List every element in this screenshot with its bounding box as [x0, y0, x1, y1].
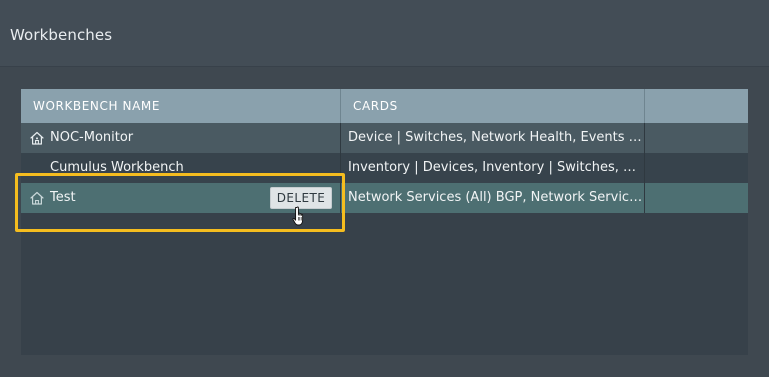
workbench-name[interactable]: Test — [50, 183, 76, 213]
column-divider — [340, 89, 341, 123]
workbenches-page: Workbenches WORKBENCH NAME CARDS NOC-Mon… — [0, 0, 769, 377]
column-header-workbench-name[interactable]: WORKBENCH NAME — [33, 89, 160, 123]
table-row-selected[interactable]: Test DELETE Network Services (All) BGP, … — [21, 183, 748, 213]
cell-divider — [340, 153, 341, 183]
table-header: WORKBENCH NAME CARDS — [21, 89, 748, 123]
home-icon[interactable] — [29, 190, 45, 206]
home-icon[interactable] — [29, 130, 45, 146]
hand-pointer-icon — [292, 206, 304, 226]
cell-divider — [644, 183, 645, 213]
workbench-cards: Device | Switches, Network Health, Event… — [348, 130, 644, 145]
cell-divider — [340, 123, 341, 153]
cell-divider — [340, 183, 341, 213]
workbench-name[interactable]: Cumulus Workbench — [50, 153, 184, 183]
workbench-cards: Inventory | Devices, Inventory | Switche… — [348, 160, 644, 175]
column-header-cards[interactable]: CARDS — [353, 89, 398, 123]
page-title: Workbenches — [10, 26, 113, 44]
column-divider — [644, 89, 645, 123]
cell-divider — [644, 153, 645, 183]
workbench-name[interactable]: NOC-Monitor — [50, 123, 133, 153]
table-row[interactable]: Cumulus Workbench Inventory | Devices, I… — [21, 153, 748, 183]
cell-divider — [644, 123, 645, 153]
workbench-cards: Network Services (All) BGP, Network Serv… — [348, 190, 644, 205]
table-row[interactable]: NOC-Monitor Device | Switches, Network H… — [21, 123, 748, 153]
page-header: Workbenches — [0, 0, 769, 67]
workbench-table: WORKBENCH NAME CARDS NOC-Monitor Device … — [21, 89, 748, 355]
